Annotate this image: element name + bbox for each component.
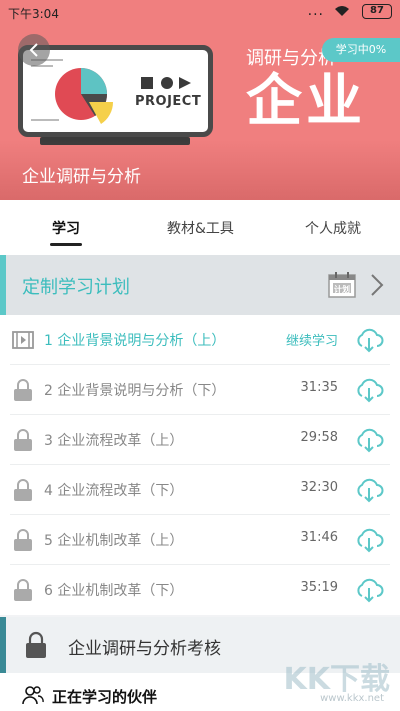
list-item[interactable]: 2 企业背景说明与分析（下） 31:35 <box>10 365 390 415</box>
status-time: 下午3:04 <box>8 7 59 21</box>
plan-icon-text: 计划 <box>334 285 350 294</box>
hero-big-text: 企业 <box>246 69 366 134</box>
cloud-download-icon[interactable] <box>354 476 384 504</box>
partners-label: 正在学习的伙伴 <box>52 688 158 706</box>
lock-icon <box>14 579 32 601</box>
exam-accent-bar <box>0 617 6 673</box>
status-bar: 下午3:04 ... 87 <box>0 0 400 26</box>
plan-accent-bar <box>0 255 6 315</box>
list-item[interactable]: 6 企业机制改革（下） 35:19 <box>10 565 390 615</box>
lock-icon <box>14 429 32 451</box>
lock-icon <box>14 479 32 501</box>
lock-icon <box>14 529 32 551</box>
progress-badge: 学习中0% <box>322 38 400 62</box>
wifi-icon <box>335 6 349 16</box>
custom-plan-row[interactable]: 定制学习计划 计划 <box>0 255 400 315</box>
watermark-logo: KK下载 <box>283 662 391 697</box>
list-item[interactable]: 3 企业流程改革（上） 29:58 <box>10 415 390 465</box>
video-icon <box>12 331 34 349</box>
lesson-duration: 35:19 <box>300 580 338 595</box>
status-dots: ... <box>307 3 324 19</box>
course-title: 企业调研与分析 <box>22 167 141 187</box>
lock-icon <box>26 631 46 658</box>
cloud-download-icon[interactable] <box>354 376 384 404</box>
cloud-download-icon[interactable] <box>354 326 384 354</box>
lesson-title: 5 企业机制改革（上） <box>44 533 184 549</box>
cloud-download-icon[interactable] <box>354 526 384 554</box>
shapes-icon <box>141 77 191 89</box>
tab-achievements[interactable]: 个人成就 <box>305 218 361 238</box>
list-item[interactable]: 5 企业机制改革（上） 31:46 <box>10 515 390 565</box>
tab-materials-tools[interactable]: 教材&工具 <box>167 218 234 238</box>
lesson-title: 1 企业背景说明与分析（上） <box>44 333 226 349</box>
cloud-download-icon[interactable] <box>354 426 384 454</box>
lesson-duration: 32:30 <box>300 480 338 495</box>
tab-bar: 学习 教材&工具 个人成就 <box>0 200 400 255</box>
tab-active-indicator <box>50 243 82 246</box>
back-button[interactable] <box>18 34 50 66</box>
exam-label: 企业调研与分析考核 <box>68 639 221 659</box>
project-label: PROJECT <box>135 94 202 109</box>
battery-icon: 87 <box>362 4 392 19</box>
lesson-duration: 29:58 <box>300 430 338 445</box>
tab-study[interactable]: 学习 <box>52 218 80 238</box>
lesson-title: 6 企业机制改革（下） <box>44 583 184 599</box>
cloud-download-icon[interactable] <box>354 576 384 604</box>
back-arrow-icon <box>29 43 38 57</box>
plan-label: 定制学习计划 <box>22 277 130 298</box>
chevron-right-icon <box>371 274 384 296</box>
lesson-title: 4 企业流程改革（下） <box>44 483 184 499</box>
hero-banner: 下午3:04 ... 87 PROJECT 调研与分析 企业 学习中0% 企业调… <box>0 0 400 200</box>
people-icon <box>22 686 44 705</box>
watermark-url: www.kkx.net <box>320 693 384 704</box>
lesson-duration: 31:46 <box>300 530 338 545</box>
lesson-title: 2 企业背景说明与分析（下） <box>44 383 226 399</box>
lesson-list: 1 企业背景说明与分析（上） 继续学习 2 企业背景说明与分析（下） 31:35… <box>0 315 400 615</box>
list-item[interactable]: 4 企业流程改革（下） 32:30 <box>10 465 390 515</box>
list-item[interactable]: 1 企业背景说明与分析（上） 继续学习 <box>10 315 390 365</box>
lesson-duration: 31:35 <box>300 380 338 395</box>
lesson-meta[interactable]: 继续学习 <box>286 330 338 349</box>
lock-icon <box>14 379 32 401</box>
lesson-title: 3 企业流程改革（上） <box>44 433 184 449</box>
